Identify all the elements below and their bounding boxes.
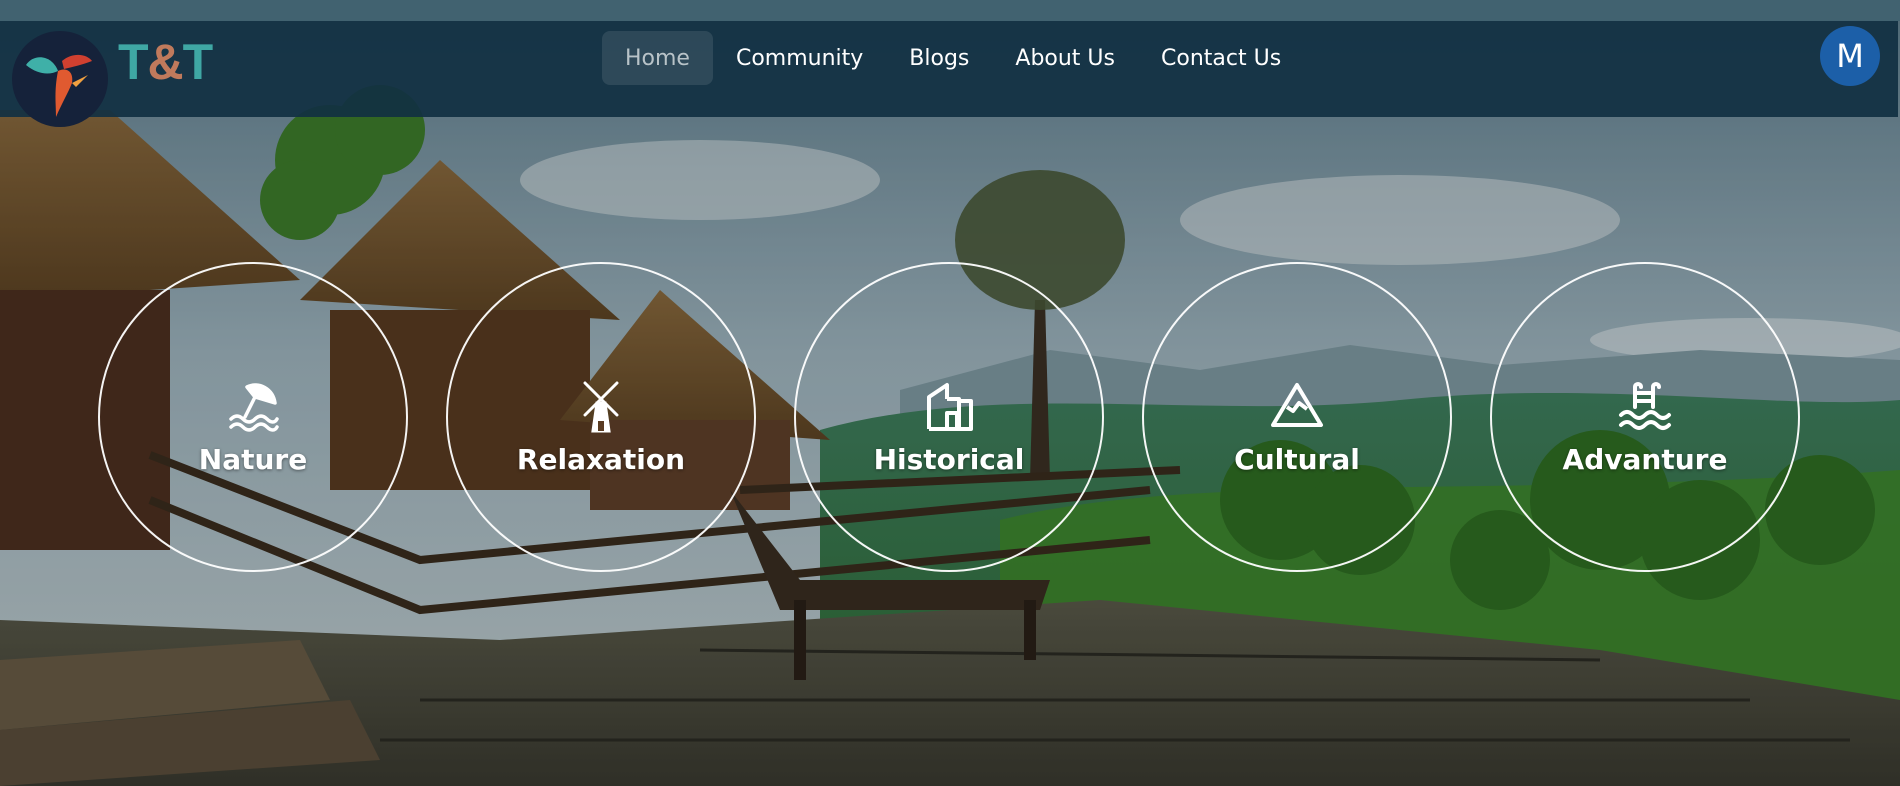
beach-umbrella-icon [225, 377, 281, 433]
category-relaxation[interactable]: Relaxation [446, 262, 756, 572]
category-list: Nature Relaxation Historical Cultural Ad… [0, 0, 1900, 786]
category-nature[interactable]: Nature [98, 262, 408, 572]
category-label: Relaxation [516, 442, 686, 476]
category-historical[interactable]: Historical [794, 262, 1104, 572]
mountain-icon [1269, 377, 1325, 433]
category-label: Historical [873, 442, 1025, 476]
building-icon [921, 377, 977, 433]
category-advanture[interactable]: Advanture [1490, 262, 1800, 572]
category-label: Cultural [1234, 442, 1360, 476]
category-cultural[interactable]: Cultural [1142, 262, 1452, 572]
category-label: Advanture [1562, 442, 1728, 476]
category-label: Nature [198, 442, 308, 476]
swimming-pool-icon [1617, 377, 1673, 433]
windmill-icon [573, 377, 629, 433]
